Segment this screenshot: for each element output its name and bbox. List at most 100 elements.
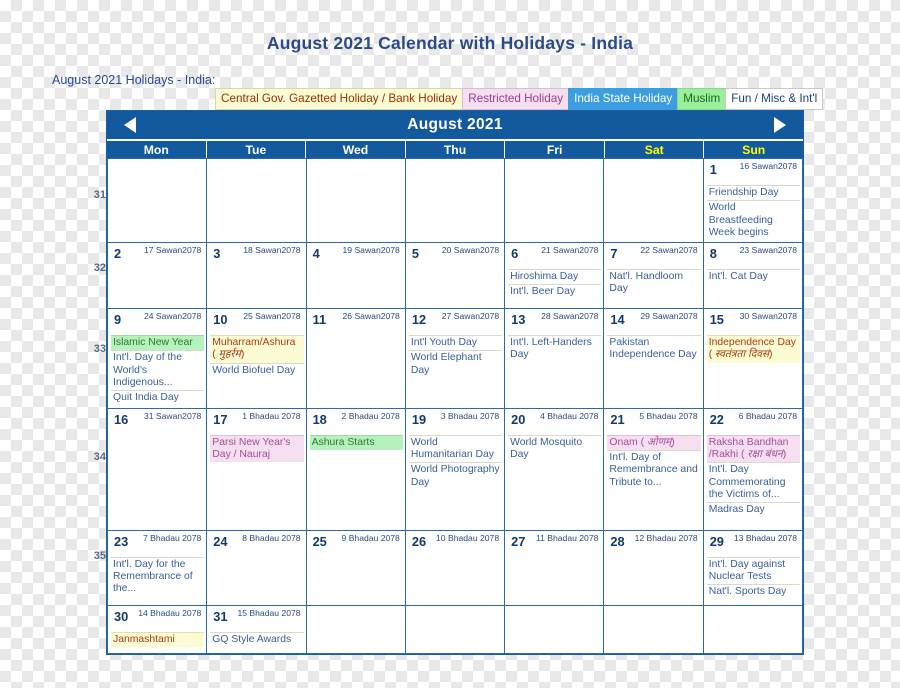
event-item[interactable]: Int'l. Cat Day xyxy=(706,269,800,284)
triangle-left-icon[interactable] xyxy=(113,111,147,139)
alternate-date: 7 Bhadau 2078 xyxy=(142,532,202,543)
day-number: 25 xyxy=(312,533,327,549)
day-cell-inner: 18 2 Bhadau 2078 Ashura Starts xyxy=(307,409,405,452)
day-cell[interactable]: 7 22 Sawan2078 Nat'l. Handloom Day xyxy=(603,242,704,310)
day-cell[interactable]: 4 19 Sawan2078 xyxy=(305,242,406,310)
day-cell[interactable]: 14 29 Sawan2078 Pakistan Independence Day xyxy=(603,308,704,409)
day-number: 26 xyxy=(411,533,427,549)
alternate-date: 5 Bhadau 2078 xyxy=(639,410,698,421)
day-cell[interactable]: 23 7 Bhadau 2078 Int'l. Day for the Rememb… xyxy=(106,529,208,606)
event-item[interactable]: Onam ( ओणम्) xyxy=(607,434,701,450)
day-cell[interactable]: 1 16 Sawan2078 Friendship Day World Breastf… xyxy=(702,157,804,244)
event-item[interactable]: Islamic New Year xyxy=(111,335,205,351)
day-header: 7 22 Sawan2078 xyxy=(607,245,700,269)
day-cell[interactable]: 31 15 Bhadau 2078 GQ Style Awards xyxy=(206,604,307,654)
event-list: World Mosquito Day xyxy=(508,434,602,463)
day-cell[interactable]: 19 3 Bhadau 2078 World Humanitarian Day Wor… xyxy=(404,407,506,531)
day-cell[interactable]: 21 5 Bhadau 2078 Onam ( ओणम्) Int'l. Day of… xyxy=(603,407,704,531)
day-cell[interactable]: 22 6 Bhadau 2078 Raksha Bandhan /Rakhi ( र… xyxy=(702,407,804,531)
legend-chip-state: India State Holiday xyxy=(568,88,679,110)
day-number: 5 xyxy=(411,246,419,262)
event-item[interactable]: Int'l. Day for the Remembrance of the... xyxy=(111,556,205,597)
event-list: Onam ( ओणम्) Int'l. Day of Remembrance an… xyxy=(607,434,701,490)
event-item[interactable]: World Photography Day xyxy=(408,462,503,490)
event-item[interactable]: Pakistan Independence Day xyxy=(607,335,701,363)
event-text: Onam ( xyxy=(609,436,647,448)
alternate-date: 9 Bhadau 2078 xyxy=(341,532,400,543)
day-cell[interactable]: 12 27 Sawan2078 Int'l Youth Day World Eleph… xyxy=(404,308,506,409)
event-item[interactable]: Parsi New Year's Day / Nauraj xyxy=(210,434,304,463)
event-item[interactable]: Raksha Bandhan /Rakhi ( रक्षा बंधन) xyxy=(706,434,800,463)
day-cell[interactable]: 17 1 Bhadau 2078 Parsi New Year's Day / Na… xyxy=(206,407,307,531)
alternate-date: 23 Sawan2078 xyxy=(739,245,797,256)
event-list: GQ Style Awards xyxy=(210,631,304,647)
event-item[interactable]: Int'l. Left-Handers Day xyxy=(508,335,602,363)
event-item[interactable]: Friendship Day xyxy=(706,185,800,200)
event-item[interactable]: World Elephant Day xyxy=(408,350,503,378)
day-cell[interactable]: 10 25 Sawan2078 Muharram/Ashura ( मुहर्रम)… xyxy=(206,308,307,409)
day-cell[interactable]: 20 4 Bhadau 2078 World Mosquito Day xyxy=(504,407,605,531)
weekday-header-mon: Mon xyxy=(143,143,169,157)
day-cell[interactable]: 8 23 Sawan2078 Int'l. Cat Day xyxy=(702,242,804,310)
event-item[interactable]: Janmashtami xyxy=(111,631,205,647)
event-item[interactable]: World Mosquito Day xyxy=(508,434,602,463)
day-header: 13 28 Sawan2078 xyxy=(508,311,601,335)
event-item[interactable]: Ashura Starts xyxy=(309,434,403,450)
event-item[interactable]: Int'l. Beer Day xyxy=(508,284,602,299)
event-item[interactable]: Hiroshima Day xyxy=(508,269,602,284)
calendar-week-row: 9 24 Sawan2078 Islamic New Year Int'l. Day … xyxy=(106,308,804,409)
page-title: August 2021 Calendar with Holidays - Ind… xyxy=(266,33,634,53)
alternate-date: 4 Bhadau 2078 xyxy=(540,410,599,421)
event-text-suffix: ) xyxy=(769,349,773,361)
day-cell[interactable]: 6 21 Sawan2078 Hiroshima Day Int'l. Beer Da… xyxy=(504,242,605,310)
weekday-header-row: Mon Tue Wed Thu Fri Sat Sun xyxy=(107,139,803,158)
triangle-right-icon[interactable] xyxy=(763,111,797,139)
day-cell[interactable]: 9 24 Sawan2078 Islamic New Year Int'l. Day … xyxy=(106,308,208,409)
day-cell[interactable]: 18 2 Bhadau 2078 Ashura Starts xyxy=(305,407,406,531)
alternate-date: 16 Sawan2078 xyxy=(739,161,797,171)
day-cell[interactable]: 28 12 Bhadau 2078 xyxy=(603,529,704,606)
day-cell-inner: 27 11 Bhadau 2078 xyxy=(505,531,603,559)
event-item[interactable]: GQ Style Awards xyxy=(210,631,304,647)
event-item[interactable]: Quit India Day xyxy=(111,390,205,405)
day-cell[interactable]: 29 13 Bhadau 2078 Int'l. Day against Nucle… xyxy=(702,529,804,606)
weekday-header-tue: Tue xyxy=(205,141,306,158)
day-cell[interactable]: 30 14 Bhadau 2078 Janmashtami xyxy=(106,604,208,654)
event-list: Int'l Youth Day World Elephant Day xyxy=(408,335,503,378)
event-list: Friendship Day World Breastfeeding Week b… xyxy=(706,185,800,240)
day-number: 21 xyxy=(610,411,625,427)
day-cell[interactable]: 11 26 Sawan2078 xyxy=(305,308,406,409)
calendar-header: August 2021 xyxy=(107,111,803,139)
day-cell[interactable]: 27 11 Bhadau 2078 xyxy=(504,529,605,606)
day-header: 15 30 Sawan2078 xyxy=(707,311,800,335)
event-item[interactable]: World Biofuel Day xyxy=(210,362,304,378)
event-item[interactable]: Madras Day xyxy=(706,502,800,517)
event-item[interactable]: Int'l. Day against Nuclear Tests xyxy=(706,556,800,585)
event-item[interactable]: World Breastfeeding Week begins xyxy=(706,200,800,240)
day-cell[interactable]: 25 9 Bhadau 2078 xyxy=(305,529,406,606)
day-cell[interactable]: 13 28 Sawan2078 Int'l. Left-Handers Day xyxy=(504,308,605,409)
day-cell[interactable]: 5 20 Sawan2078 xyxy=(404,242,506,310)
day-header: 12 27 Sawan2078 xyxy=(409,311,502,335)
event-item[interactable]: Int'l Youth Day xyxy=(408,335,503,350)
event-list: Ashura Starts xyxy=(309,434,403,450)
event-item[interactable]: Int'l. Day of Remembrance and Tribute to… xyxy=(607,449,701,490)
calendar-week-row: 16 31 Sawan2078 17 1 Bhadau 2078 Parsi New Y… xyxy=(106,407,804,531)
event-item[interactable]: Nat'l. Sports Day xyxy=(706,584,800,599)
event-item[interactable]: Muharram/Ashura ( मुहर्रम) xyxy=(210,335,304,363)
event-item[interactable]: World Humanitarian Day xyxy=(408,434,503,463)
day-cell[interactable]: 24 8 Bhadau 2078 xyxy=(206,529,307,606)
empty-day-cell xyxy=(106,157,208,244)
event-item[interactable]: Int'l. Day Commemorating the Victims of.… xyxy=(706,462,800,502)
day-cell[interactable]: 15 30 Sawan2078 Independence Day ( स्वतंत्… xyxy=(702,308,804,409)
event-item[interactable]: Independence Day ( स्वतंत्रता दिवस) xyxy=(706,335,800,363)
event-item[interactable]: Nat'l. Handloom Day xyxy=(607,269,701,297)
day-cell[interactable]: 2 17 Sawan2078 xyxy=(106,242,208,310)
day-number: 4 xyxy=(312,246,320,262)
day-cell-inner: 8 23 Sawan2078 Int'l. Cat Day xyxy=(704,243,802,286)
event-item[interactable]: Int'l. Day of the World's Indigenous... xyxy=(111,350,205,390)
calendar-widget: August 2021 Mon Tue Wed Thu Fri Sat Sun 1 16 Sa… xyxy=(106,110,804,655)
day-cell[interactable]: 3 18 Sawan2078 xyxy=(206,242,307,310)
day-cell[interactable]: 26 10 Bhadau 2078 xyxy=(404,529,506,606)
day-cell[interactable]: 16 31 Sawan2078 xyxy=(106,407,208,531)
